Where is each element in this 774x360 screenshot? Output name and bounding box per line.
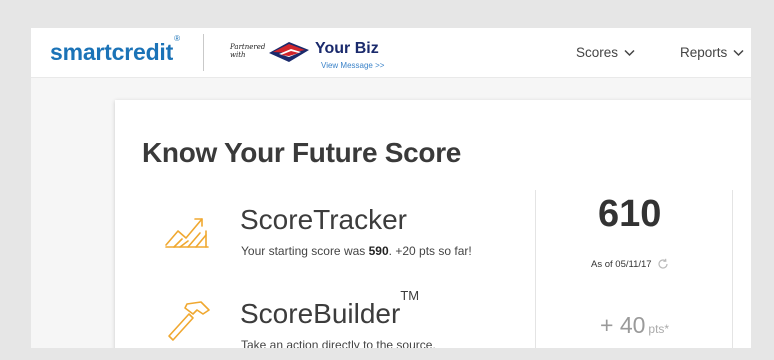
scorebuilder-title[interactable]: ScoreBuilderTM (240, 288, 419, 330)
registered-mark: ® (174, 34, 180, 44)
gain-value: + 40 (600, 312, 646, 338)
hammer-icon (168, 301, 210, 341)
gain-unit: pts* (648, 322, 670, 336)
trademark-mark: TM (400, 287, 420, 303)
column-divider (732, 190, 733, 348)
nav-scores-label: Scores (576, 45, 619, 60)
refresh-icon[interactable] (657, 258, 669, 270)
chevron-down-icon (624, 49, 635, 56)
nav-scores[interactable]: Scores (576, 45, 635, 60)
top-navigation-bar: smartcredit® Partnered with Your Biz Vie… (31, 28, 751, 78)
chevron-down-icon (733, 49, 744, 56)
view-message-link[interactable]: View Message >> (321, 61, 384, 70)
scorebuilder-gain: + 40 pts* (600, 312, 669, 339)
partnered-with-label: Partnered with (230, 43, 266, 59)
score-date-label: As of 05/11/17 (591, 258, 652, 270)
smartcredit-logo[interactable]: smartcredit® (50, 34, 180, 66)
partner-name[interactable]: Your Biz (315, 40, 379, 58)
partner-logo-icon (269, 42, 309, 62)
starting-score: 590 (368, 244, 389, 258)
scoretracker-title[interactable]: ScoreTracker (240, 204, 407, 236)
header-divider (203, 34, 204, 71)
trend-chart-icon (165, 218, 209, 248)
score-as-of: As of 05/11/17 (591, 258, 669, 270)
future-score-card: Know Your Future Score ScoreTracker Your… (115, 100, 751, 348)
card-title: Know Your Future Score (142, 137, 462, 168)
scoretracker-description: Your starting score was 590. +20 pts so … (241, 244, 472, 258)
scorebuilder-description: Take an action directly to the source. (241, 338, 436, 348)
nav-reports[interactable]: Reports (680, 45, 744, 60)
logo-text: smartcredit (50, 39, 174, 65)
app-window: smartcredit® Partnered with Your Biz Vie… (31, 28, 751, 348)
column-divider (535, 190, 536, 348)
nav-reports-label: Reports (680, 45, 728, 60)
current-score: 610 (598, 193, 662, 235)
